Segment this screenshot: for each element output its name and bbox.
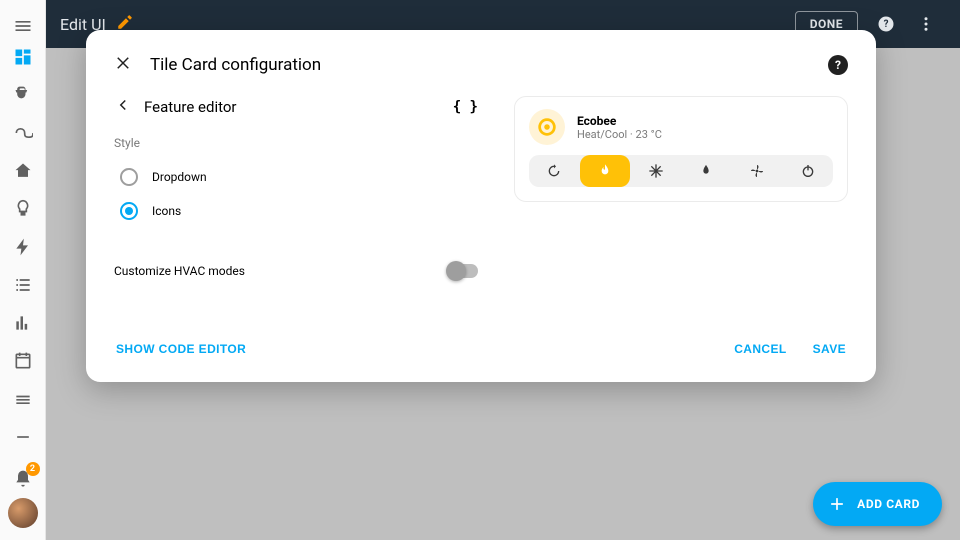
cancel-button[interactable]: CANCEL bbox=[732, 338, 788, 360]
style-label: Style bbox=[114, 136, 478, 150]
hvac-mode-heat[interactable] bbox=[580, 155, 631, 187]
customize-hvac-toggle[interactable] bbox=[448, 264, 478, 278]
customize-hvac-label: Customize HVAC modes bbox=[114, 264, 245, 278]
toolbar-more-icon[interactable] bbox=[906, 15, 946, 33]
dialog-help-icon[interactable]: ? bbox=[828, 55, 848, 75]
plus-icon bbox=[827, 494, 847, 514]
save-button[interactable]: SAVE bbox=[811, 338, 848, 360]
thermostat-icon bbox=[529, 109, 565, 145]
preview-entity-name: Ecobee bbox=[577, 114, 662, 128]
notification-badge: 2 bbox=[26, 462, 40, 476]
hvac-mode-segmented bbox=[529, 155, 833, 187]
sidebar: 2 bbox=[0, 0, 46, 540]
sidebar-item-energy[interactable] bbox=[0, 228, 46, 266]
radio-checked-icon bbox=[120, 202, 138, 220]
hvac-mode-cool[interactable] bbox=[630, 155, 681, 187]
radio-unchecked-icon bbox=[120, 168, 138, 186]
hvac-mode-fan[interactable] bbox=[732, 155, 783, 187]
sidebar-item-list[interactable] bbox=[0, 266, 46, 304]
notifications-icon[interactable]: 2 bbox=[0, 460, 46, 498]
avatar[interactable] bbox=[8, 498, 38, 528]
dialog-title: Tile Card configuration bbox=[150, 55, 810, 75]
sidebar-item-ideas[interactable] bbox=[0, 190, 46, 228]
back-icon[interactable] bbox=[114, 96, 132, 118]
sidebar-item-overview[interactable] bbox=[0, 38, 46, 76]
style-option-label: Dropdown bbox=[152, 170, 207, 184]
style-option-label: Icons bbox=[152, 204, 181, 218]
feature-editor-title: Feature editor bbox=[144, 98, 441, 116]
close-icon[interactable] bbox=[114, 54, 132, 76]
sidebar-item-stats[interactable] bbox=[0, 304, 46, 342]
tile-card-config-dialog: Tile Card configuration ? Feature editor… bbox=[86, 30, 876, 382]
add-card-fab[interactable]: ADD CARD bbox=[813, 482, 942, 526]
tile-card-preview: Ecobee Heat/Cool · 23 °C bbox=[514, 96, 848, 202]
hvac-mode-auto[interactable] bbox=[529, 155, 580, 187]
preview-entity-state: Heat/Cool · 23 °C bbox=[577, 128, 662, 141]
hvac-mode-off[interactable] bbox=[782, 155, 833, 187]
sidebar-item-minus[interactable] bbox=[0, 418, 46, 456]
show-code-editor-button[interactable]: SHOW CODE EDITOR bbox=[114, 338, 248, 360]
sidebar-item-addons[interactable] bbox=[0, 380, 46, 418]
sidebar-item-automation[interactable] bbox=[0, 114, 46, 152]
code-braces-icon[interactable]: { } bbox=[453, 99, 478, 115]
fab-label: ADD CARD bbox=[857, 497, 920, 511]
style-option-icons[interactable]: Icons bbox=[114, 194, 478, 228]
svg-text:?: ? bbox=[884, 19, 889, 30]
sidebar-item-home[interactable] bbox=[0, 152, 46, 190]
sidebar-item-calendar[interactable] bbox=[0, 342, 46, 380]
toolbar-help-icon[interactable]: ? bbox=[866, 15, 906, 33]
feature-editor-panel: Feature editor { } Style Dropdown Icons … bbox=[114, 96, 478, 278]
style-option-dropdown[interactable]: Dropdown bbox=[114, 160, 478, 194]
menu-icon[interactable] bbox=[0, 0, 46, 38]
hvac-mode-heatcool[interactable] bbox=[681, 155, 732, 187]
sidebar-item-devtools[interactable] bbox=[0, 76, 46, 114]
card-preview-panel: Ecobee Heat/Cool · 23 °C bbox=[514, 96, 848, 278]
